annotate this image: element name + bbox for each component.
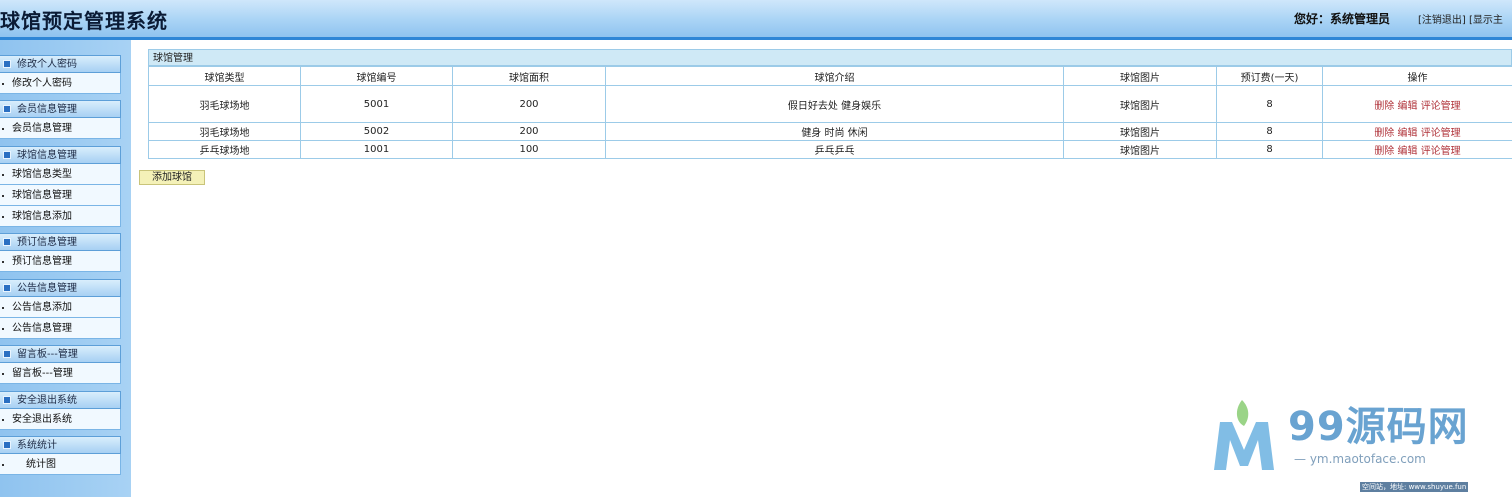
sidebar-item-stats-chart[interactable]: 统计图 [0, 454, 121, 475]
cell-area: 200 [452, 122, 606, 141]
column-header: 球馆类型 [148, 66, 301, 86]
column-header: 预订费(一天) [1216, 66, 1323, 86]
logo-m-icon [1214, 400, 1274, 470]
cell-area: 200 [452, 85, 606, 123]
home-link[interactable]: [显示主 [1469, 15, 1503, 26]
venue-management-panel: 球馆管理 球馆类型 球馆编号 球馆面积 球馆介绍 球馆图片 预订费(一天) 操作… [148, 49, 1512, 159]
sidebar-group-title[interactable]: 球馆信息管理 [0, 146, 121, 164]
column-header: 球馆图片 [1063, 66, 1217, 86]
cell-code: 5001 [300, 85, 453, 123]
sidebar-group-password: 修改个人密码 修改个人密码 [0, 55, 121, 94]
cell-image: 球馆图片 [1063, 85, 1217, 123]
cell-intro: 假日好去处 健身娱乐 [605, 85, 1064, 123]
edit-link[interactable]: 编辑 [1398, 101, 1418, 112]
cell-type: 乒乓球场地 [148, 140, 301, 159]
cell-intro: 健身 时尚 休闲 [605, 122, 1064, 141]
delete-link[interactable]: 删除 [1374, 101, 1394, 112]
logout-link[interactable]: [注销退出] [1418, 15, 1466, 26]
sidebar-item-venue-add[interactable]: 球馆信息添加 [0, 206, 121, 227]
column-header: 操作 [1322, 66, 1512, 86]
delete-link[interactable]: 删除 [1374, 128, 1394, 139]
sidebar-item-member-manage[interactable]: 会员信息管理 [0, 118, 121, 139]
cell-intro: 乒乓乒乓 [605, 140, 1064, 159]
column-header: 球馆面积 [452, 66, 606, 86]
table-header-row: 球馆类型 球馆编号 球馆面积 球馆介绍 球馆图片 预订费(一天) 操作 [148, 66, 1512, 86]
cell-type: 羽毛球场地 [148, 85, 301, 123]
review-manage-link[interactable]: 评论管理 [1421, 128, 1461, 139]
folder-icon [3, 238, 11, 246]
sidebar-item-notice-add[interactable]: 公告信息添加 [0, 297, 121, 318]
sidebar-group-venues: 球馆信息管理 球馆信息类型 球馆信息管理 球馆信息添加 [0, 146, 121, 227]
cell-fee: 8 [1216, 122, 1323, 141]
venue-table: 球馆类型 球馆编号 球馆面积 球馆介绍 球馆图片 预订费(一天) 操作 羽毛球场… [148, 66, 1512, 159]
cell-code: 1001 [300, 140, 453, 159]
watermark-note: 空间站，地址: www.shuyue.fun [1360, 482, 1469, 492]
cell-actions: 删除 编辑 评论管理 [1322, 140, 1512, 159]
sidebar-group-title[interactable]: 安全退出系统 [0, 391, 121, 409]
sidebar: 修改个人密码 修改个人密码 会员信息管理 会员信息管理 球馆信息管理 球馆信息类… [0, 40, 131, 497]
folder-icon [3, 105, 11, 113]
panel-title: 球馆管理 [148, 49, 1512, 66]
folder-icon [3, 350, 11, 358]
table-row: 羽毛球场地 5002 200 健身 时尚 休闲 球馆图片 8 删除 编辑 评论管… [148, 122, 1512, 141]
watermark-url: — ym.maotoface.com [1294, 452, 1426, 466]
sidebar-item-notice-manage[interactable]: 公告信息管理 [0, 318, 121, 339]
folder-icon [3, 60, 11, 68]
sidebar-group-title[interactable]: 预订信息管理 [0, 233, 121, 251]
table-row: 乒乓球场地 1001 100 乒乓乒乓 球馆图片 8 删除 编辑 评论管理 [148, 140, 1512, 159]
sidebar-item-safe-logout[interactable]: 安全退出系统 [0, 409, 121, 430]
sidebar-group-title[interactable]: 公告信息管理 [0, 279, 121, 297]
sidebar-item-change-password[interactable]: 修改个人密码 [0, 73, 121, 94]
sidebar-group-members: 会员信息管理 会员信息管理 [0, 100, 121, 139]
edit-link[interactable]: 编辑 [1398, 146, 1418, 157]
sidebar-group-logout: 安全退出系统 安全退出系统 [0, 391, 121, 430]
folder-icon [3, 151, 11, 159]
cell-actions: 删除 编辑 评论管理 [1322, 85, 1512, 123]
folder-icon [3, 284, 11, 292]
watermark-brand: 99源码网 [1288, 404, 1469, 450]
top-header: 球馆预定管理系统 您好：系统管理员 [注销退出] [显示主 [0, 0, 1512, 40]
cell-image: 球馆图片 [1063, 140, 1217, 159]
sidebar-group-title[interactable]: 留言板---管理 [0, 345, 121, 363]
cell-fee: 8 [1216, 140, 1323, 159]
sidebar-group-bookings: 预订信息管理 预订信息管理 [0, 233, 121, 272]
add-venue-button[interactable]: 添加球馆 [139, 170, 205, 185]
sidebar-item-venue-manage[interactable]: 球馆信息管理 [0, 185, 121, 206]
folder-icon [3, 396, 11, 404]
cell-code: 5002 [300, 122, 453, 141]
folder-icon [3, 441, 11, 449]
sidebar-item-message-manage[interactable]: 留言板---管理 [0, 363, 121, 384]
review-manage-link[interactable]: 评论管理 [1421, 146, 1461, 157]
cell-actions: 删除 编辑 评论管理 [1322, 122, 1512, 141]
sidebar-group-title[interactable]: 系统统计 [0, 436, 121, 454]
watermark: 99源码网 — ym.maotoface.com 空间站，地址: www.shu… [1210, 392, 1512, 497]
cell-type: 羽毛球场地 [148, 122, 301, 141]
user-greeting: 您好：系统管理员 [1294, 12, 1391, 26]
review-manage-link[interactable]: 评论管理 [1421, 101, 1461, 112]
cell-image: 球馆图片 [1063, 122, 1217, 141]
cell-fee: 8 [1216, 85, 1323, 123]
delete-link[interactable]: 删除 [1374, 146, 1394, 157]
column-header: 球馆编号 [300, 66, 453, 86]
edit-link[interactable]: 编辑 [1398, 128, 1418, 139]
column-header: 球馆介绍 [605, 66, 1064, 86]
sidebar-item-venue-types[interactable]: 球馆信息类型 [0, 164, 121, 185]
sidebar-group-messages: 留言板---管理 留言板---管理 [0, 345, 121, 384]
header-links: [注销退出] [显示主 [1418, 11, 1503, 26]
sidebar-item-booking-manage[interactable]: 预订信息管理 [0, 251, 121, 272]
sidebar-group-title[interactable]: 会员信息管理 [0, 100, 121, 118]
sidebar-group-stats: 系统统计 统计图 [0, 436, 121, 475]
sidebar-group-notices: 公告信息管理 公告信息添加 公告信息管理 [0, 279, 121, 339]
table-row: 羽毛球场地 5001 200 假日好去处 健身娱乐 球馆图片 8 删除 编辑 评… [148, 85, 1512, 123]
app-title: 球馆预定管理系统 [0, 9, 168, 33]
sidebar-group-title[interactable]: 修改个人密码 [0, 55, 121, 73]
cell-area: 100 [452, 140, 606, 159]
